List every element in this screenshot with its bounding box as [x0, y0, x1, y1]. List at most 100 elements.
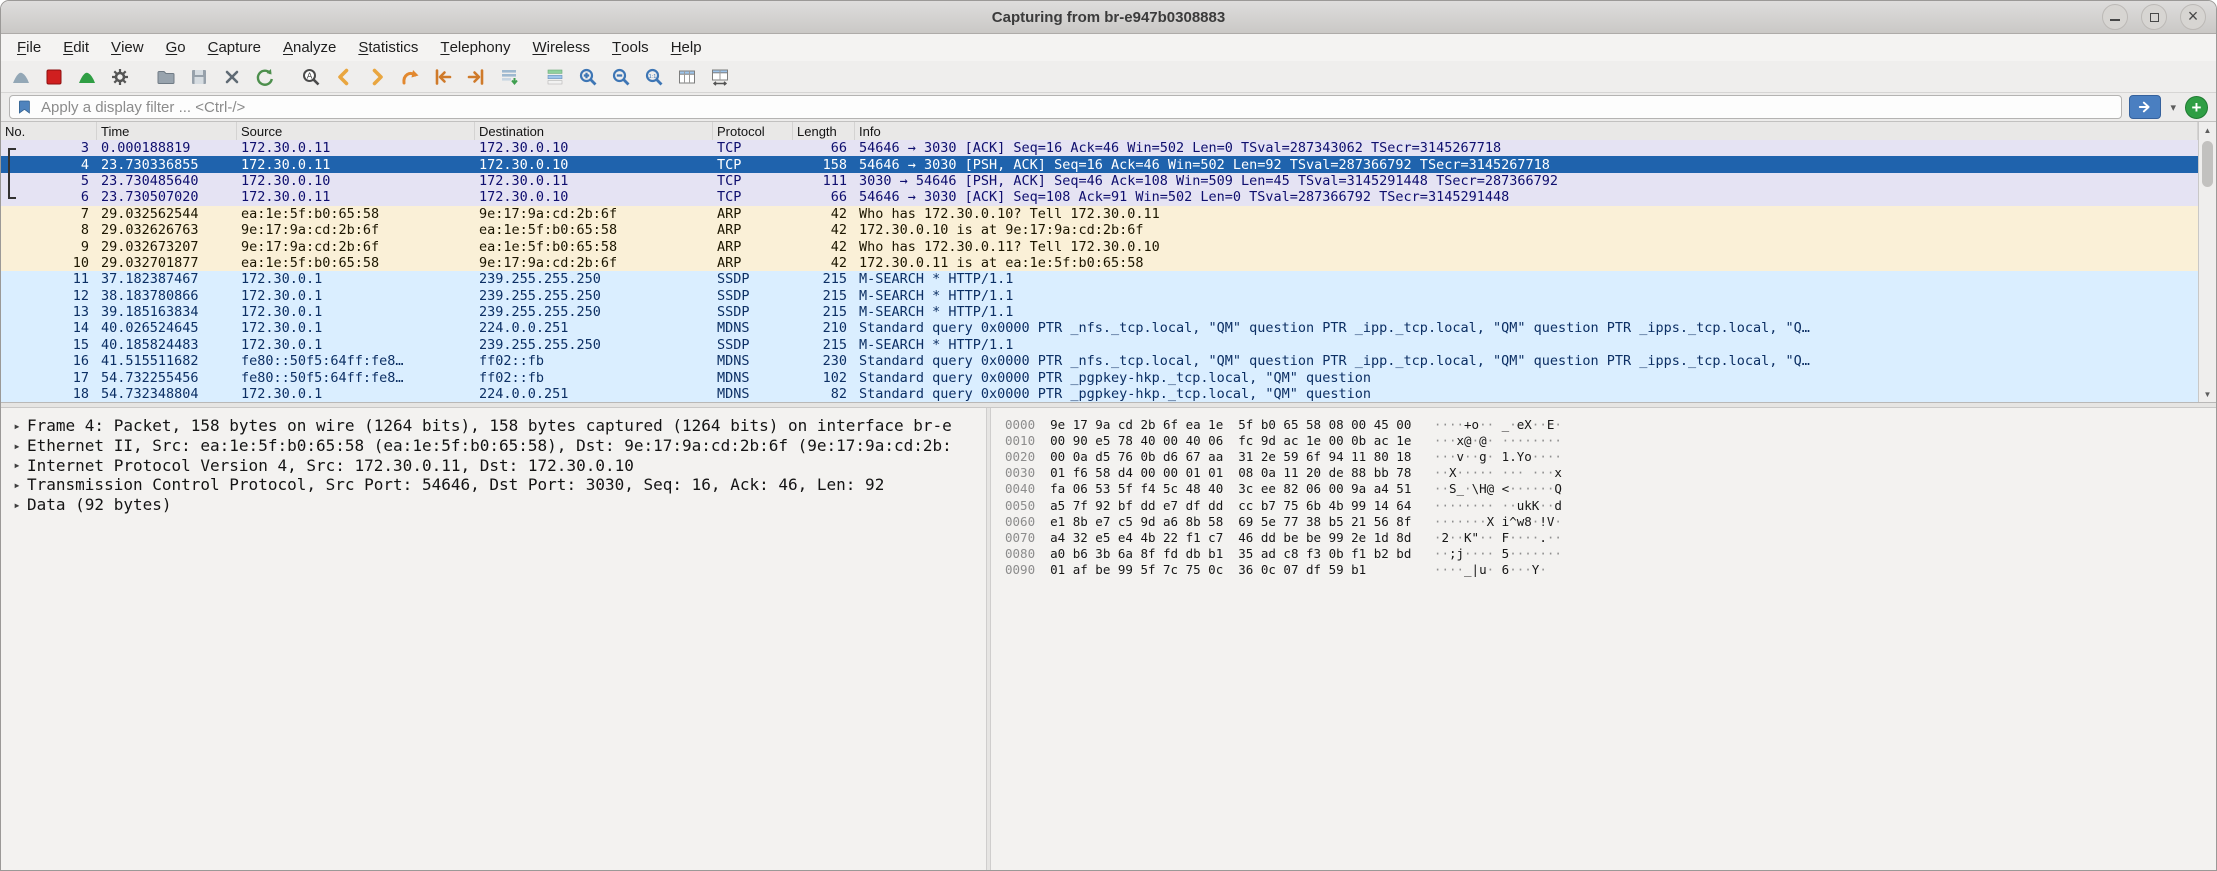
scroll-thumb[interactable]	[2202, 141, 2213, 187]
menu-view[interactable]: View	[100, 34, 155, 61]
column-header-length[interactable]: Length	[793, 122, 855, 140]
packet-row-15[interactable]: 1540.185824483172.30.0.1239.255.255.250S…	[1, 337, 2198, 353]
hex-row-0070[interactable]: 0070a4 32 e5 e4 4b 22 f1 c746 dd be be 9…	[1005, 529, 2216, 545]
save-file-button[interactable]	[185, 64, 213, 90]
hex-bytes: a5 7f 92 bf dd e7 df dd	[1050, 498, 1223, 513]
packet-row-5[interactable]: 523.730485640172.30.0.10172.30.0.11TCP11…	[1, 173, 2198, 189]
packet-row-3[interactable]: 30.000188819172.30.0.11172.30.0.10TCP665…	[1, 140, 2198, 156]
menu-edit[interactable]: Edit	[52, 34, 100, 61]
first-packet-button[interactable]	[429, 64, 457, 90]
cell-protocol: ARP	[713, 255, 793, 271]
menu-tools[interactable]: Tools	[601, 34, 660, 61]
hex-row-0030[interactable]: 003001 f6 58 d4 00 00 01 0108 0a 11 20 d…	[1005, 465, 2216, 481]
menu-telephony[interactable]: Telephony	[429, 34, 521, 61]
menu-analyze[interactable]: Analyze	[272, 34, 347, 61]
packet-row-14[interactable]: 1440.026524645172.30.0.1224.0.0.251MDNS2…	[1, 320, 2198, 336]
packet-row-17[interactable]: 1754.732255456fe80::50f5:64ff:fe8…ff02::…	[1, 369, 2198, 385]
hex-offset: 0030	[1005, 465, 1035, 480]
menu-wireless[interactable]: Wireless	[521, 34, 601, 61]
fit-columns-button[interactable]	[706, 64, 734, 90]
cell-protocol: MDNS	[713, 386, 793, 402]
packet-row-4[interactable]: 423.730336855172.30.0.11172.30.0.10TCP15…	[1, 156, 2198, 172]
filter-dropdown-caret[interactable]: ▾	[2168, 101, 2178, 114]
auto-scroll-button[interactable]	[495, 64, 523, 90]
menu-go[interactable]: Go	[155, 34, 197, 61]
close-button[interactable]	[2180, 4, 2206, 30]
detail-line-2[interactable]: ▸Internet Protocol Version 4, Src: 172.3…	[7, 455, 986, 475]
column-header-destination[interactable]: Destination	[475, 122, 713, 140]
detail-line-0[interactable]: ▸Frame 4: Packet, 158 bytes on wire (126…	[7, 416, 986, 436]
zoom-in-button[interactable]	[574, 64, 602, 90]
packet-row-16[interactable]: 1641.515511682fe80::50f5:64ff:fe8…ff02::…	[1, 353, 2198, 369]
resize-columns-button[interactable]	[673, 64, 701, 90]
zoom-out-button[interactable]	[607, 64, 635, 90]
packet-list-scrollbar[interactable]: ▲ ▼	[2198, 122, 2216, 402]
hex-row-0080[interactable]: 0080a0 b6 3b 6a 8f fd db b135 ad c8 f3 0…	[1005, 546, 2216, 562]
column-header-protocol[interactable]: Protocol	[713, 122, 793, 140]
hex-row-0000[interactable]: 00009e 17 9a cd 2b 6f ea 1e5f b0 65 58 0…	[1005, 416, 2216, 432]
magnifier-plus-icon	[578, 67, 598, 87]
packet-row-12[interactable]: 1238.183780866172.30.0.1239.255.255.250S…	[1, 288, 2198, 304]
filter-apply-button[interactable]	[2129, 95, 2161, 119]
hex-row-0060[interactable]: 0060e1 8b e7 c5 9d a6 8b 5869 5e 77 38 b…	[1005, 513, 2216, 529]
expander-icon[interactable]: ▸	[7, 419, 27, 433]
column-header-no[interactable]: No.	[1, 122, 97, 140]
detail-line-3[interactable]: ▸Transmission Control Protocol, Src Port…	[7, 475, 986, 495]
open-file-button[interactable]	[152, 64, 180, 90]
packet-row-10[interactable]: 1029.032701877ea:1e:5f:b0:65:589e:17:9a:…	[1, 255, 2198, 271]
last-packet-button[interactable]	[462, 64, 490, 90]
go-forward-button[interactable]	[363, 64, 391, 90]
packet-row-7[interactable]: 729.032562544ea:1e:5f:b0:65:589e:17:9a:c…	[1, 206, 2198, 222]
colorize-packets-button[interactable]	[541, 64, 569, 90]
hex-row-0040[interactable]: 0040fa 06 53 5f f4 5c 48 403c ee 82 06 0…	[1005, 481, 2216, 497]
detail-line-4[interactable]: ▸Data (92 bytes)	[7, 495, 986, 515]
hex-row-0020[interactable]: 002000 0a d5 76 0b d6 67 aa31 2e 59 6f 9…	[1005, 448, 2216, 464]
zoom-original-button[interactable]: 1:1	[640, 64, 668, 90]
menu-capture[interactable]: Capture	[197, 34, 272, 61]
capture-options-button[interactable]	[106, 64, 134, 90]
packet-row-11[interactable]: 1137.182387467172.30.0.1239.255.255.250S…	[1, 271, 2198, 287]
scroll-down-icon[interactable]: ▼	[2199, 386, 2216, 402]
go-back-button[interactable]	[330, 64, 358, 90]
start-capture-button[interactable]	[7, 64, 35, 90]
column-header-time[interactable]: Time	[97, 122, 237, 140]
window-controls	[2102, 4, 2206, 30]
expander-icon[interactable]: ▸	[7, 458, 27, 472]
packet-row-8[interactable]: 829.0326267639e:17:9a:cd:2b:6fea:1e:5f:b…	[1, 222, 2198, 238]
menu-help[interactable]: Help	[660, 34, 713, 61]
hex-row-0050[interactable]: 0050a5 7f 92 bf dd e7 df ddcc b7 75 6b 4…	[1005, 497, 2216, 513]
go-to-packet-button[interactable]	[396, 64, 424, 90]
hex-row-0090[interactable]: 009001 af be 99 5f 7c 75 0c36 0c 07 df 5…	[1005, 562, 2216, 578]
stop-capture-button[interactable]	[40, 64, 68, 90]
expander-icon[interactable]: ▸	[7, 478, 27, 492]
packet-row-18[interactable]: 1854.732348804172.30.0.1224.0.0.251MDNS8…	[1, 386, 2198, 402]
magnifier-a-icon: A	[301, 67, 321, 87]
packet-row-9[interactable]: 929.0326732079e:17:9a:cd:2b:6fea:1e:5f:b…	[1, 238, 2198, 254]
hex-ascii: ··X·····	[1434, 465, 1494, 480]
menu-statistics[interactable]: Statistics	[347, 34, 429, 61]
column-header-source[interactable]: Source	[237, 122, 475, 140]
maximize-button[interactable]	[2141, 4, 2167, 30]
menu-file[interactable]: File	[6, 34, 52, 61]
reload-file-button[interactable]	[251, 64, 279, 90]
cell-length: 210	[793, 320, 855, 336]
packet-row-13[interactable]: 1339.185163834172.30.0.1239.255.255.250S…	[1, 304, 2198, 320]
titlebar[interactable]: Capturing from br-e947b0308883	[1, 1, 2216, 34]
filter-bookmark-icon[interactable]	[17, 99, 33, 115]
cell-protocol: SSDP	[713, 304, 793, 320]
hex-row-0010[interactable]: 001000 90 e5 78 40 00 40 06fc 9d ac 1e 0…	[1005, 432, 2216, 448]
expander-icon[interactable]: ▸	[7, 439, 27, 453]
detail-line-1[interactable]: ▸Ethernet II, Src: ea:1e:5f:b0:65:58 (ea…	[7, 436, 986, 456]
packet-row-6[interactable]: 623.730507020172.30.0.11172.30.0.10TCP66…	[1, 189, 2198, 205]
find-packet-button[interactable]: A	[297, 64, 325, 90]
restart-capture-button[interactable]	[73, 64, 101, 90]
minimize-button[interactable]	[2102, 4, 2128, 30]
chevron-left-icon	[334, 67, 354, 87]
scroll-up-icon[interactable]: ▲	[2199, 122, 2216, 138]
column-header-info[interactable]: Info	[855, 122, 2198, 140]
display-filter-input[interactable]: Apply a display filter ... <Ctrl-/>	[9, 95, 2122, 119]
cell-no: 9	[1, 239, 97, 255]
close-file-button[interactable]	[218, 64, 246, 90]
expander-icon[interactable]: ▸	[7, 498, 27, 512]
filter-add-button[interactable]: +	[2185, 96, 2208, 119]
